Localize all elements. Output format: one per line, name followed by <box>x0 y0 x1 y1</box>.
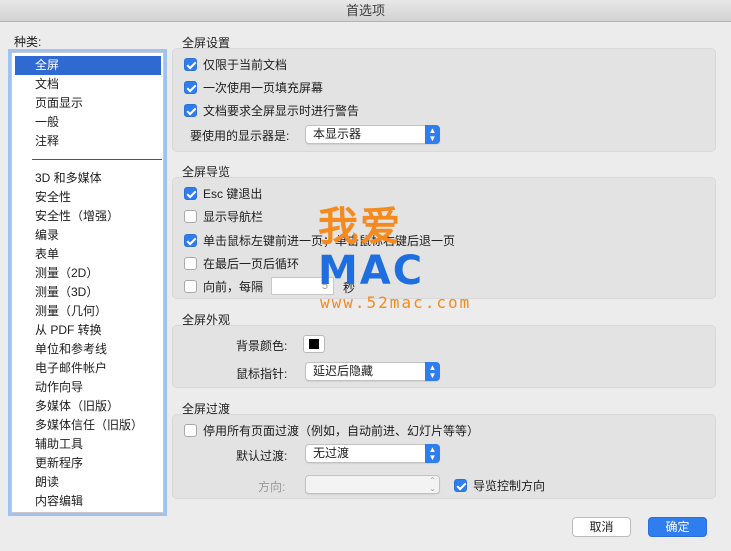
background-color-label: 背景颜色: <box>236 339 288 353</box>
category-item[interactable]: 电子邮件帐户 <box>15 359 161 378</box>
category-item[interactable]: 动作向导 <box>15 378 161 397</box>
option-esc-exit[interactable]: Esc 键退出 <box>184 184 262 202</box>
monitor-select-value: 本显示器 <box>313 127 362 141</box>
category-item[interactable]: 编录 <box>15 226 161 245</box>
option-loop-after-last[interactable]: 在最后一页后循环 <box>184 254 299 272</box>
option-label: 在最后一页后循环 <box>203 256 300 271</box>
checkbox-icon[interactable] <box>184 256 197 270</box>
option-label: Esc 键退出 <box>203 186 263 201</box>
category-item-document[interactable]: 文档 <box>15 75 161 94</box>
checkbox-icon[interactable] <box>184 186 197 200</box>
category-separator <box>32 159 162 160</box>
option-one-page-fill[interactable]: 一次使用一页填充屏幕 <box>184 78 323 96</box>
checkbox-icon[interactable] <box>184 57 197 71</box>
monitor-select[interactable]: 本显示器 ▲ ▼ <box>305 125 440 144</box>
background-color-picker[interactable] <box>303 335 325 353</box>
option-warn-fullscreen-request[interactable]: 文档要求全屏显示时进行警告 <box>184 101 359 119</box>
option-show-navbar[interactable]: 显示导航栏 <box>184 207 263 225</box>
checkbox-icon[interactable] <box>184 233 197 247</box>
category-item[interactable]: 更新程序 <box>15 454 161 473</box>
option-advance-every[interactable]: 向前，每隔 <box>184 277 263 295</box>
category-list[interactable]: 全屏 文档 页面显示 一般 注释 3D 和多媒体 安全性 安全性（增强） 编录 … <box>11 52 164 513</box>
option-label: 显示导航栏 <box>203 209 264 224</box>
chevron-updown-icon: ⌃ ⌄ <box>429 476 436 493</box>
category-item[interactable]: 表单 <box>15 245 161 264</box>
checkbox-icon[interactable] <box>184 279 197 293</box>
cancel-button[interactable]: 取消 <box>572 517 631 537</box>
checkbox-icon[interactable] <box>184 209 197 223</box>
default-transition-label: 默认过渡: <box>236 449 288 463</box>
direction-select: ⌃ ⌄ <box>305 475 440 494</box>
category-item[interactable]: 安全性 <box>15 188 161 207</box>
cursor-select[interactable]: 延迟后隐藏 ▲ ▼ <box>305 362 440 381</box>
chevron-updown-icon: ▲ ▼ <box>425 362 440 381</box>
option-label: 向前，每隔 <box>203 279 264 294</box>
option-label: 文档要求全屏显示时进行警告 <box>203 103 360 118</box>
category-item[interactable]: 测量（2D） <box>15 264 161 283</box>
category-item[interactable]: 辅助工具 <box>15 435 161 454</box>
seconds-unit-label: 秒 <box>343 281 356 295</box>
category-item-page-display[interactable]: 页面显示 <box>15 94 161 113</box>
option-label: 仅限于当前文档 <box>203 57 288 72</box>
chevron-updown-icon: ▲ ▼ <box>425 444 440 463</box>
category-item[interactable]: 从 PDF 转换 <box>15 321 161 340</box>
option-label: 导览控制方向 <box>473 478 546 493</box>
advance-seconds-input[interactable]: 5 <box>271 277 334 295</box>
color-swatch <box>309 339 319 349</box>
option-click-advance[interactable]: 单击鼠标左键前进一页；单击鼠标右键后退一页 <box>184 231 455 249</box>
category-item[interactable]: 内容编辑 <box>15 492 161 511</box>
category-item[interactable]: 测量（几何） <box>15 302 161 321</box>
option-disable-all-transitions[interactable]: 停用所有页面过渡（例如，自动前进、幻灯片等等） <box>184 421 479 439</box>
chevron-updown-icon: ▲ ▼ <box>425 125 440 144</box>
checkbox-icon[interactable] <box>454 478 467 492</box>
monitor-label: 要使用的显示器是: <box>190 129 290 143</box>
category-item[interactable]: 多媒体（旧版） <box>15 397 161 416</box>
option-label: 单击鼠标左键前进一页；单击鼠标右键后退一页 <box>203 233 456 248</box>
category-item[interactable]: 单位和参考线 <box>15 340 161 359</box>
category-item-comments[interactable]: 注释 <box>15 132 161 151</box>
default-transition-value: 无过渡 <box>313 446 350 460</box>
option-label: 一次使用一页填充屏幕 <box>203 80 324 95</box>
category-item[interactable]: 朗读 <box>15 473 161 492</box>
direction-label: 方向: <box>258 480 286 494</box>
option-navigation-direction[interactable]: 导览控制方向 <box>454 476 545 494</box>
category-item[interactable]: 测量（3D） <box>15 283 161 302</box>
option-label: 停用所有页面过渡（例如，自动前进、幻灯片等等） <box>203 423 480 438</box>
option-current-document-only[interactable]: 仅限于当前文档 <box>184 55 287 73</box>
category-item[interactable]: 多媒体信任（旧版） <box>15 416 161 435</box>
category-item[interactable]: 安全性（增强） <box>15 207 161 226</box>
cursor-label: 鼠标指针: <box>236 367 288 381</box>
category-label: 种类: <box>14 35 42 49</box>
category-item[interactable]: 3D 和多媒体 <box>15 169 161 188</box>
ok-button[interactable]: 确定 <box>648 517 707 537</box>
checkbox-icon[interactable] <box>184 80 197 94</box>
category-item-fullscreen[interactable]: 全屏 <box>15 56 161 75</box>
cursor-select-value: 延迟后隐藏 <box>313 364 374 378</box>
default-transition-select[interactable]: 无过渡 ▲ ▼ <box>305 444 440 463</box>
checkbox-icon[interactable] <box>184 423 197 437</box>
window-title: 首选项 <box>0 0 731 22</box>
category-item-general[interactable]: 一般 <box>15 113 161 132</box>
checkbox-icon[interactable] <box>184 103 197 117</box>
